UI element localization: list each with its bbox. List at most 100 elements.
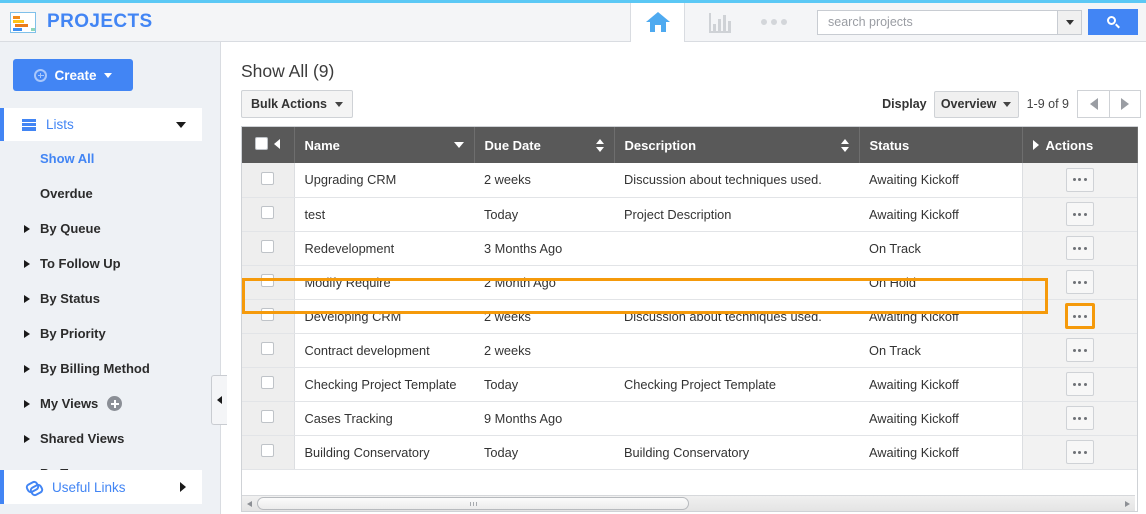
sidebar-item-my-views[interactable]: My Views xyxy=(0,386,220,421)
row-checkbox[interactable] xyxy=(261,206,275,219)
bulk-actions-button[interactable]: Bulk Actions xyxy=(241,90,353,118)
sidebar-item-by-status[interactable]: By Status xyxy=(0,281,220,316)
row-checkbox[interactable] xyxy=(261,171,275,185)
prev-page-button[interactable] xyxy=(1077,90,1109,118)
add-view-icon[interactable] xyxy=(107,396,123,411)
cell-actions[interactable] xyxy=(1021,265,1137,300)
search-input[interactable] xyxy=(826,14,1049,30)
row-actions-button[interactable] xyxy=(1065,202,1094,226)
column-header-due-date[interactable]: Due Date xyxy=(474,127,615,163)
row-select-cell[interactable] xyxy=(242,367,295,402)
cell-actions[interactable] xyxy=(1021,231,1137,266)
sidebar-item-overdue[interactable]: Overdue xyxy=(0,176,220,211)
cell-actions[interactable] xyxy=(1021,401,1137,436)
create-button[interactable]: Create xyxy=(13,59,133,91)
sidebar-section-lists[interactable]: Lists xyxy=(0,108,202,141)
display-select[interactable]: Overview xyxy=(933,90,1019,118)
row-select-cell[interactable] xyxy=(242,163,295,198)
row-checkbox[interactable] xyxy=(261,410,275,423)
cell-name[interactable]: Modify Require xyxy=(294,265,474,300)
cell-name[interactable]: Contract development xyxy=(294,333,474,368)
row-actions-button[interactable] xyxy=(1065,270,1094,294)
home-button[interactable] xyxy=(630,2,685,42)
table-row[interactable]: Building Conservatory Today Building Con… xyxy=(242,435,1137,470)
cell-due-date: Today xyxy=(474,435,614,470)
sidebar-item-by-billing-method[interactable]: By Billing Method xyxy=(0,351,220,386)
table-row[interactable]: Redevelopment 3 Months Ago On Track xyxy=(242,231,1137,266)
row-actions-button[interactable] xyxy=(1065,338,1094,362)
row-checkbox[interactable] xyxy=(261,240,275,253)
row-actions-button-highlighted[interactable] xyxy=(1064,303,1095,329)
row-select-cell[interactable] xyxy=(242,435,295,470)
row-select-cell[interactable] xyxy=(242,333,295,368)
row-checkbox[interactable] xyxy=(261,342,275,355)
table-row[interactable]: Modify Require 2 Month Ago On Hold xyxy=(242,265,1137,300)
row-checkbox[interactable] xyxy=(261,274,275,287)
select-all-checkbox[interactable] xyxy=(255,137,269,150)
row-select-cell[interactable] xyxy=(242,231,295,266)
cell-actions[interactable] xyxy=(1021,163,1137,198)
column-label: Description xyxy=(624,137,697,153)
cell-actions[interactable] xyxy=(1021,197,1137,232)
cell-name[interactable]: Redevelopment xyxy=(294,231,474,266)
cell-name[interactable]: Upgrading CRM xyxy=(294,163,474,198)
sidebar-item-to-follow-up[interactable]: To Follow Up xyxy=(0,246,220,281)
row-checkbox[interactable] xyxy=(261,444,275,457)
search-scope-dropdown[interactable] xyxy=(1057,9,1082,35)
sidebar-collapse-handle[interactable] xyxy=(211,375,227,425)
column-header-description[interactable]: Description xyxy=(614,127,860,163)
cell-name[interactable]: Building Conservatory xyxy=(294,435,474,470)
chevron-left-icon[interactable] xyxy=(274,138,281,149)
sidebar-item-useful-links[interactable]: Useful Links xyxy=(0,470,202,504)
row-select-cell[interactable] xyxy=(242,299,295,334)
sort-both-icon xyxy=(840,138,849,152)
cell-actions[interactable] xyxy=(1021,299,1137,334)
row-actions-button[interactable] xyxy=(1065,440,1094,464)
column-header-actions[interactable]: Actions xyxy=(1022,127,1138,163)
column-header-name[interactable]: Name xyxy=(294,127,475,163)
search-button[interactable] xyxy=(1088,9,1138,35)
chevron-right-icon xyxy=(24,434,30,443)
row-checkbox[interactable] xyxy=(261,308,275,321)
table-row[interactable]: Contract development 2 weeks On Track xyxy=(242,333,1137,368)
table-row[interactable]: Upgrading CRM 2 weeks Discussion about t… xyxy=(242,163,1137,198)
next-page-button[interactable] xyxy=(1109,90,1141,118)
scroll-left-arrow[interactable] xyxy=(242,497,257,511)
chevron-right-icon xyxy=(24,364,30,373)
table-row-highlighted[interactable]: Developing CRM 2 weeks Discussion about … xyxy=(242,299,1137,334)
link-icon xyxy=(26,481,41,493)
row-checkbox[interactable] xyxy=(261,376,275,389)
ellipsis-icon[interactable] xyxy=(761,19,787,25)
sidebar-item-by-priority[interactable]: By Priority xyxy=(0,316,220,351)
cell-actions[interactable] xyxy=(1021,333,1137,368)
row-select-cell[interactable] xyxy=(242,401,295,436)
bar-chart-icon[interactable] xyxy=(709,11,735,33)
scrollbar-thumb[interactable] xyxy=(257,497,689,510)
scrollbar-track[interactable] xyxy=(257,497,1120,510)
table-row[interactable]: Checking Project Template Today Checking… xyxy=(242,367,1137,402)
sidebar-item-show-all[interactable]: Show All xyxy=(0,141,220,176)
table-row[interactable]: Cases Tracking 9 Months Ago Awaiting Kic… xyxy=(242,401,1137,436)
cell-name[interactable]: Developing CRM xyxy=(294,299,474,334)
table-row[interactable]: test Today Project Description Awaiting … xyxy=(242,197,1137,232)
cell-actions[interactable] xyxy=(1021,367,1137,402)
select-all-header[interactable] xyxy=(242,127,295,163)
search-input-wrapper[interactable] xyxy=(817,9,1057,35)
column-header-status[interactable]: Status xyxy=(859,127,1023,163)
sidebar-item-shared-views[interactable]: Shared Views xyxy=(0,421,220,456)
row-actions-button[interactable] xyxy=(1065,406,1094,430)
scroll-right-arrow[interactable] xyxy=(1120,497,1135,511)
row-actions-button[interactable] xyxy=(1065,236,1094,260)
horizontal-scrollbar[interactable] xyxy=(242,495,1135,511)
cell-name[interactable]: Checking Project Template xyxy=(294,367,474,402)
row-select-cell[interactable] xyxy=(242,265,295,300)
chevron-right-icon[interactable] xyxy=(1032,140,1039,150)
chevron-right-icon xyxy=(1121,98,1129,110)
sidebar-item-by-queue[interactable]: By Queue xyxy=(0,211,220,246)
row-actions-button[interactable] xyxy=(1065,167,1094,192)
cell-actions[interactable] xyxy=(1021,435,1137,470)
row-actions-button[interactable] xyxy=(1065,372,1094,396)
cell-name[interactable]: test xyxy=(294,197,474,232)
row-select-cell[interactable] xyxy=(242,197,295,232)
cell-name[interactable]: Cases Tracking xyxy=(294,401,474,436)
